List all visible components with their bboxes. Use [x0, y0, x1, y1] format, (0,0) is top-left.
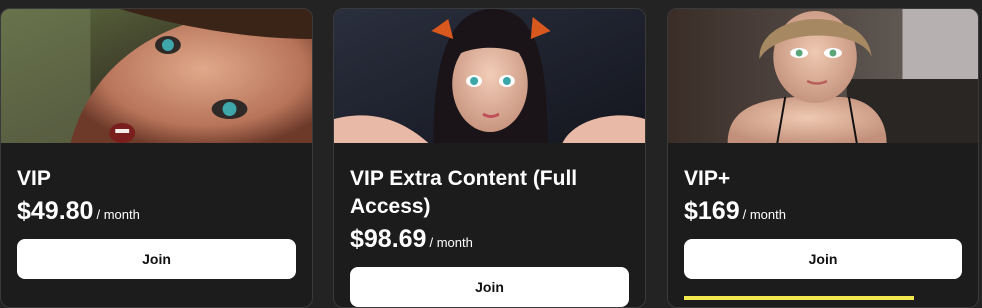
tier-price: $98.69 — [350, 225, 427, 253]
tier-image — [334, 9, 645, 143]
tier-card-vip-extra-content: VIP Extra Content (Full Access) $98.69/ … — [333, 8, 646, 308]
tier-body: VIP+ $169/ month Join — [684, 165, 962, 279]
join-button[interactable]: Join — [684, 239, 962, 279]
price-line: $169/ month — [684, 195, 962, 227]
tier-price: $49.80 — [17, 197, 94, 225]
character-portrait-image — [1, 9, 312, 143]
price-line: $49.80/ month — [17, 195, 296, 227]
price-line: $98.69/ month — [350, 223, 629, 255]
tier-image — [1, 9, 312, 143]
tier-body: VIP $49.80/ month Join — [17, 165, 296, 279]
tier-price: $169 — [684, 197, 740, 225]
tier-period: / month — [96, 207, 140, 222]
tier-card-vip-plus: VIP+ $169/ month Join — [667, 8, 979, 308]
tier-period: / month — [429, 235, 473, 250]
join-button[interactable]: Join — [17, 239, 296, 279]
tier-period: / month — [742, 207, 786, 222]
character-portrait-image — [668, 9, 978, 143]
tier-name: VIP Extra Content (Full Access) — [350, 167, 578, 218]
join-button[interactable]: Join — [350, 267, 629, 307]
tier-body: VIP Extra Content (Full Access) $98.69/ … — [350, 165, 629, 307]
tier-name: VIP+ — [684, 167, 731, 190]
tier-card-vip: VIP $49.80/ month Join — [0, 8, 313, 308]
character-portrait-image — [334, 9, 645, 143]
tier-image — [668, 9, 978, 143]
tier-name: VIP — [17, 167, 51, 190]
